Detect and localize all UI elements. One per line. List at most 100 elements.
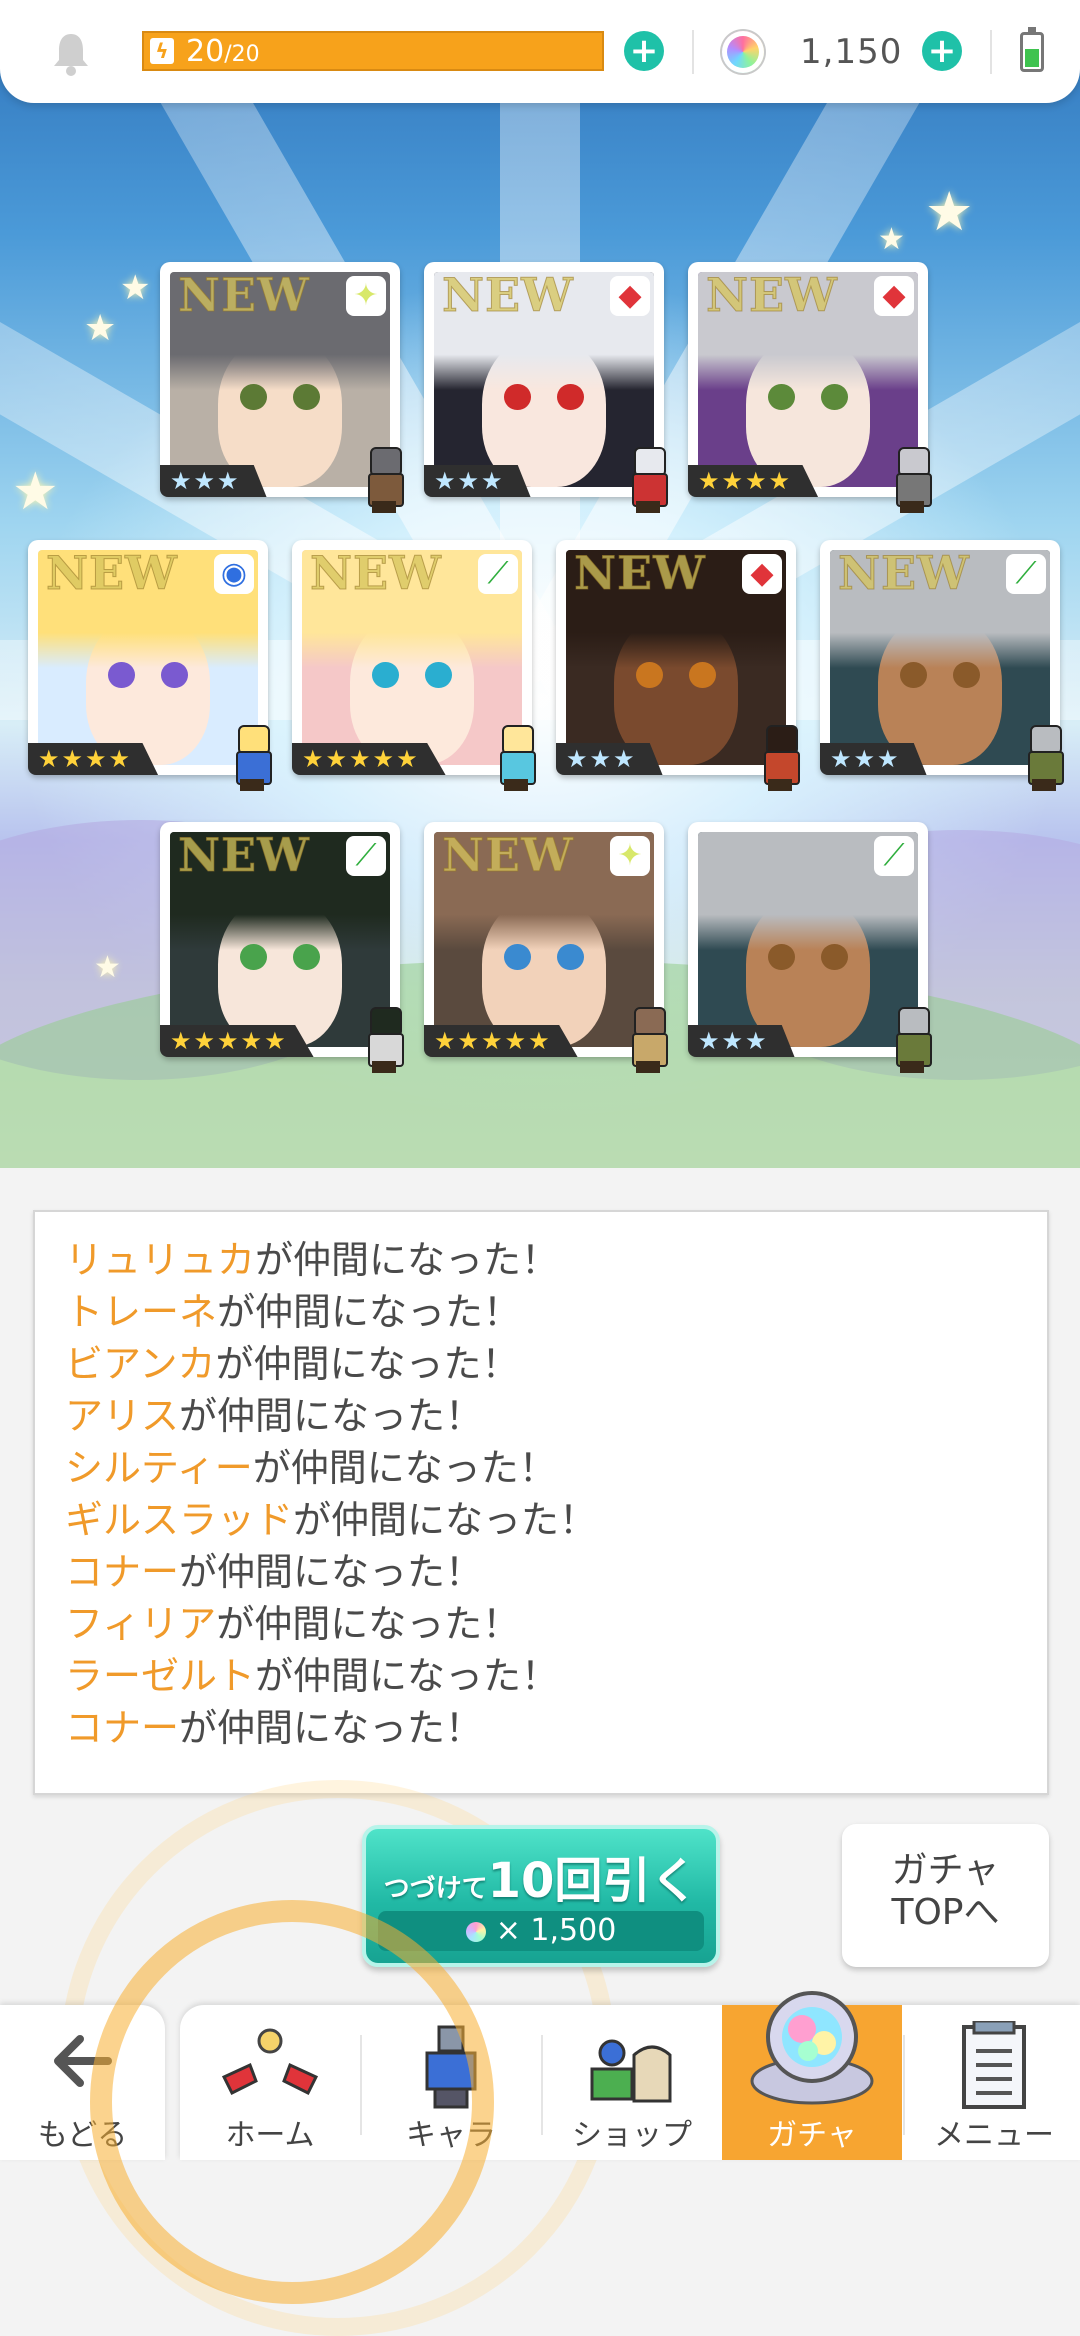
rarity-stars: ★★★ xyxy=(688,1025,795,1057)
recruit-message-text: が仲間になった！ xyxy=(293,1498,598,1542)
recruit-message-line: コナーが仲間になった！ xyxy=(65,1546,483,1598)
recruit-message-line: ビアンカが仲間になった！ xyxy=(65,1338,520,1390)
nav-menu-label: メニュー xyxy=(934,2118,1054,2153)
gem-icon xyxy=(722,31,764,73)
new-label: NEW xyxy=(178,828,310,883)
fire-element-icon: ◆ xyxy=(874,276,914,316)
bell-icon[interactable] xyxy=(50,30,92,76)
character-name: ラーゼルト xyxy=(65,1654,256,1698)
recruit-message-text: が仲間になった！ xyxy=(217,1290,522,1334)
pull-cost-value: × 1,500 xyxy=(495,1913,617,1948)
recruit-message-text: が仲間になった！ xyxy=(255,1238,560,1282)
character-card[interactable]: NEW ⟋ ★★★★★ xyxy=(292,540,536,791)
new-label: NEW xyxy=(838,546,970,601)
bolt-icon: ϟ xyxy=(150,38,174,64)
rarity-stars: ★★★★ xyxy=(28,743,159,775)
sparkle-star-icon: ★ xyxy=(94,950,121,985)
pixel-sprite-icon xyxy=(620,1005,676,1075)
rarity-stars: ★★★★★ xyxy=(292,743,446,775)
rarity-stars: ★★★ xyxy=(556,743,663,775)
gacha-top-label-2: TOPへ xyxy=(891,1892,1000,1933)
recruit-message-text: が仲間になった！ xyxy=(179,1394,484,1438)
pixel-sprite-icon xyxy=(224,723,280,793)
nav-shop[interactable]: ショップ xyxy=(542,2005,722,2160)
gem-icon xyxy=(465,1922,486,1942)
rarity-stars: ★★★ xyxy=(820,743,927,775)
gacha-icon xyxy=(750,1991,874,2105)
character-card[interactable]: NEW ✦ ★★★★★ xyxy=(424,822,668,1073)
recruit-message-line: シルティーが仲間になった！ xyxy=(65,1442,557,1494)
character-card[interactable]: NEW ◆ ★★★ xyxy=(424,262,668,513)
recruit-message-text: が仲間になった！ xyxy=(255,1654,560,1698)
battery-icon xyxy=(1020,27,1044,72)
new-label: NEW xyxy=(46,546,178,601)
sparkle-star-icon: ★ xyxy=(120,268,151,308)
pixel-sprite-icon xyxy=(1016,723,1072,793)
rarity-stars: ★★★ xyxy=(424,465,531,497)
divider xyxy=(990,30,992,74)
shop-icon xyxy=(590,2039,672,2103)
recruit-message-line: コナーが仲間になった！ xyxy=(65,1702,483,1754)
stamina-max: /20 xyxy=(224,42,260,67)
character-card[interactable]: NEW ◆ ★★★ xyxy=(556,540,800,791)
new-label: NEW xyxy=(574,546,706,601)
character-name: コナー xyxy=(65,1550,180,1594)
fire-element-icon: ◆ xyxy=(742,554,782,594)
divider xyxy=(692,30,694,74)
add-gems-button[interactable]: + xyxy=(922,31,962,71)
recruit-message-line: アリスが仲間になった！ xyxy=(65,1390,483,1442)
decorative-ring xyxy=(90,1900,494,2304)
pixel-sprite-icon xyxy=(356,445,412,515)
character-card[interactable]: NEW ◆ ★★★★ xyxy=(688,262,932,513)
gacha-top-label-1: ガチャ xyxy=(891,1850,1000,1891)
recruit-message-text: が仲間になった！ xyxy=(216,1602,521,1646)
recruit-message-line: トレーネが仲間になった！ xyxy=(65,1286,521,1338)
character-name: ビアンカ xyxy=(65,1342,216,1386)
nav-gacha[interactable]: ガチャ xyxy=(722,1991,902,2160)
sparkle-star-icon: ★ xyxy=(878,222,905,257)
pixel-sprite-icon xyxy=(488,723,544,793)
character-card[interactable]: NEW ⟋ ★★★ xyxy=(820,540,1064,791)
recruit-message-line: ラーゼルトが仲間になった！ xyxy=(65,1650,559,1702)
recruit-message-line: ギルスラッドが仲間になった！ xyxy=(65,1494,597,1546)
character-card[interactable]: NEW ⟋ ★★★★★ xyxy=(160,822,404,1073)
pull-button-main: 10回引く xyxy=(487,1853,699,1909)
nav-menu[interactable]: メニュー xyxy=(904,2005,1080,2160)
light-element-icon: ✦ xyxy=(346,276,386,316)
rarity-stars: ★★★★ xyxy=(688,465,819,497)
wind-element-icon: ⟋ xyxy=(478,554,518,594)
character-name: シルティー xyxy=(65,1446,253,1490)
wind-element-icon: ⟋ xyxy=(1006,554,1046,594)
recruit-message-text: が仲間になった！ xyxy=(252,1446,557,1490)
pixel-sprite-icon xyxy=(884,1005,940,1075)
pixel-sprite-icon xyxy=(620,445,676,515)
character-card[interactable]: NEW ✦ ★★★ xyxy=(160,262,404,513)
pixel-sprite-icon xyxy=(884,445,940,515)
recruit-message-line: フィリアが仲間になった！ xyxy=(65,1598,520,1650)
character-name: リュリュカ xyxy=(65,1238,256,1282)
new-label: NEW xyxy=(310,546,442,601)
character-name: アリス xyxy=(65,1394,180,1438)
water-element-icon: ◉ xyxy=(214,554,254,594)
pull-button-prefix: つづけて xyxy=(383,1874,488,1904)
recruit-message-box: リュリュカが仲間になった！ トレーネが仲間になった！ ビアンカが仲間になった！ アリス… xyxy=(33,1210,1049,1795)
recruit-message-text: が仲間になった！ xyxy=(179,1550,484,1594)
character-name: ギルスラッド xyxy=(65,1498,294,1542)
new-label: NEW xyxy=(706,268,838,323)
sparkle-star-icon: ★ xyxy=(84,308,117,349)
nav-shop-label: ショップ xyxy=(572,2118,692,2153)
fire-element-icon: ◆ xyxy=(610,276,650,316)
rarity-stars: ★★★ xyxy=(160,465,267,497)
gem-count: 1,150 xyxy=(800,32,903,72)
gacha-top-button[interactable]: ガチャ TOPへ xyxy=(842,1824,1049,1967)
stamina-current: 20 xyxy=(186,34,225,69)
status-bar: ϟ 20/20 + 1,150 + xyxy=(0,0,1080,103)
pixel-sprite-icon xyxy=(356,1005,412,1075)
character-card[interactable]: NEW ◉ ★★★★ xyxy=(28,540,272,791)
rarity-stars: ★★★★★ xyxy=(424,1025,578,1057)
wind-element-icon: ⟋ xyxy=(346,836,386,876)
character-card[interactable]: ⟋ ★★★ xyxy=(688,822,932,1073)
wind-element-icon: ⟋ xyxy=(874,836,914,876)
add-stamina-button[interactable]: + xyxy=(624,31,664,71)
gacha-result-scene: ★ ★ ★ ★ ★ ★ NEW ✦ ★★★ NEW ◆ ★★★ NEW ◆ ★★★★ NEW ◉ ★★… xyxy=(0,0,1080,1168)
